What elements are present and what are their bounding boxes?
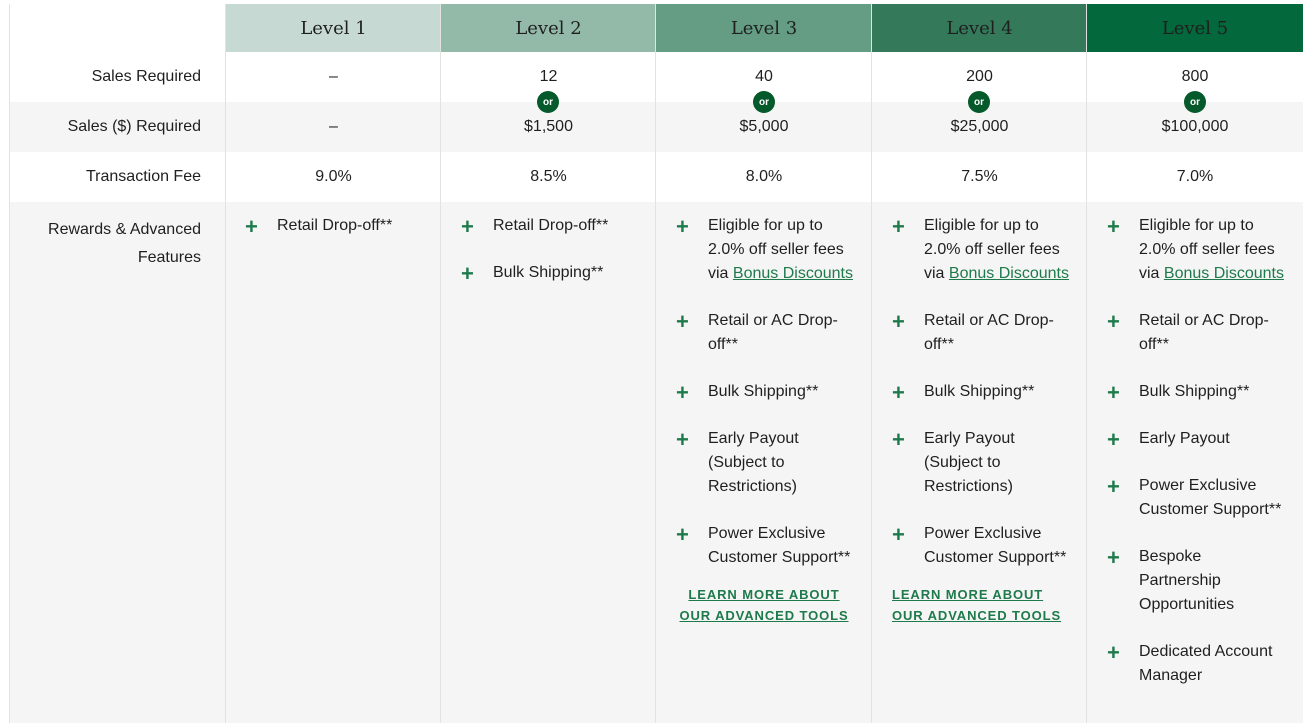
plus-icon: + — [892, 522, 905, 547]
level-4-header: Level 4 — [872, 4, 1087, 52]
sales-usd-required-label: Sales ($) Required — [67, 118, 201, 135]
column-divider — [655, 4, 656, 723]
plus-icon: + — [892, 427, 905, 452]
tier-comparison-table: Level 1 Level 2 Level 3 Level 4 Level 5 … — [9, 4, 1303, 723]
reward-item: + Eligible for up to 2.0% off seller fees… — [676, 214, 853, 283]
plus-icon: + — [1107, 380, 1120, 405]
bonus-discounts-link[interactable]: Bonus Discounts — [733, 265, 853, 282]
plus-icon: + — [245, 214, 258, 239]
level-1-fee: 9.0% — [315, 168, 352, 185]
plus-icon: + — [1107, 545, 1120, 570]
reward-item: + Bulk Shipping** — [461, 261, 604, 286]
reward-item: + Retail or AC Drop-off** — [676, 309, 838, 354]
level-4-fee: 7.5% — [961, 168, 998, 185]
reward-item: + Power Exclusive Customer Support** — [1107, 474, 1282, 519]
reward-item: + Retail or AC Drop-off** — [892, 309, 1054, 354]
level-5-fee: 7.0% — [1176, 168, 1214, 185]
level-5-header: Level 5 — [1087, 4, 1303, 52]
level-5-rewards: + Eligible for up to 2.0% off seller fees… — [1107, 214, 1287, 711]
reward-item: + Retail Drop-off** — [461, 214, 609, 239]
sales-usd-required-row: Sales ($) Required – $1,500 $5,000 $25,0… — [9, 102, 1303, 152]
level-1-rewards: + Retail Drop-off** — [245, 214, 421, 261]
level-1-header: Level 1 — [226, 4, 441, 52]
reward-item: + Eligible for up to 2.0% off seller fees… — [1107, 214, 1284, 283]
plus-icon: + — [1107, 474, 1120, 499]
or-badge: or — [1184, 91, 1206, 113]
reward-item: + Dedicated Account Manager — [1107, 640, 1273, 685]
level-3-fee: 8.0% — [745, 168, 783, 185]
reward-item: + Power Exclusive Customer Support** — [892, 522, 1067, 567]
plus-icon: + — [461, 214, 474, 239]
plus-icon: + — [1107, 640, 1120, 665]
plus-icon: + — [892, 309, 905, 334]
sales-required-row: Sales Required – 12 40 200 800 — [9, 52, 1303, 102]
plus-icon: + — [892, 380, 905, 405]
bonus-discounts-link[interactable]: Bonus Discounts — [949, 265, 1069, 282]
bonus-discounts-link[interactable]: Bonus Discounts — [1164, 265, 1284, 282]
plus-icon: + — [892, 214, 905, 239]
learn-more-link[interactable]: LEARN MORE ABOUT OUR ADVANCED TOOLS — [676, 584, 852, 626]
or-badge: or — [968, 91, 990, 113]
or-badge: or — [753, 91, 775, 113]
plus-icon: + — [1107, 427, 1120, 452]
transaction-fee-label: Transaction Fee — [85, 168, 201, 185]
level-2-fee: 8.5% — [530, 168, 567, 185]
rewards-label: Rewards & Advanced Features — [48, 221, 201, 266]
column-divider — [871, 4, 872, 723]
level-2-header: Level 2 — [441, 4, 656, 52]
column-divider — [1086, 4, 1087, 723]
plus-icon: + — [676, 309, 689, 334]
reward-item: + Retail Drop-off** — [245, 214, 393, 239]
column-divider — [9, 4, 10, 723]
learn-more-link[interactable]: LEARN MORE ABOUT OUR ADVANCED TOOLS — [892, 584, 1068, 626]
level-1-sales-usd: – — [329, 118, 338, 135]
plus-icon: + — [676, 522, 689, 547]
level-3-rewards: + Eligible for up to 2.0% off seller fees… — [676, 214, 856, 626]
reward-item: + Early Payout (Subject to Restrictions) — [892, 427, 1015, 496]
reward-item: + Bespoke Partnership Opportunities — [1107, 545, 1235, 614]
plus-icon: + — [1107, 309, 1120, 334]
transaction-fee-row: Transaction Fee 9.0% 8.5% 8.0% 7.5% 7.0% — [9, 152, 1303, 202]
plus-icon: + — [676, 427, 689, 452]
reward-item: + Early Payout — [1107, 427, 1230, 452]
reward-item: + Power Exclusive Customer Support** — [676, 522, 851, 567]
column-divider — [225, 4, 226, 723]
sales-required-label: Sales Required — [91, 68, 201, 85]
level-4-rewards: + Eligible for up to 2.0% off seller fees… — [892, 214, 1072, 626]
level-3-header: Level 3 — [656, 4, 872, 52]
plus-icon: + — [676, 214, 689, 239]
reward-item: + Bulk Shipping** — [892, 380, 1035, 405]
reward-item: + Retail or AC Drop-off** — [1107, 309, 1269, 354]
reward-item: + Bulk Shipping** — [676, 380, 819, 405]
plus-icon: + — [676, 380, 689, 405]
reward-item: + Eligible for up to 2.0% off seller fees… — [892, 214, 1069, 283]
plus-icon: + — [1107, 214, 1120, 239]
plus-icon: + — [461, 261, 474, 286]
level-2-rewards: + Retail Drop-off** + Bulk Shipping** — [461, 214, 637, 308]
reward-item: + Bulk Shipping** — [1107, 380, 1250, 405]
level-1-sales: – — [329, 68, 338, 85]
or-badge: or — [537, 91, 559, 113]
reward-item: + Early Payout (Subject to Restrictions) — [676, 427, 799, 496]
column-divider — [440, 4, 441, 723]
